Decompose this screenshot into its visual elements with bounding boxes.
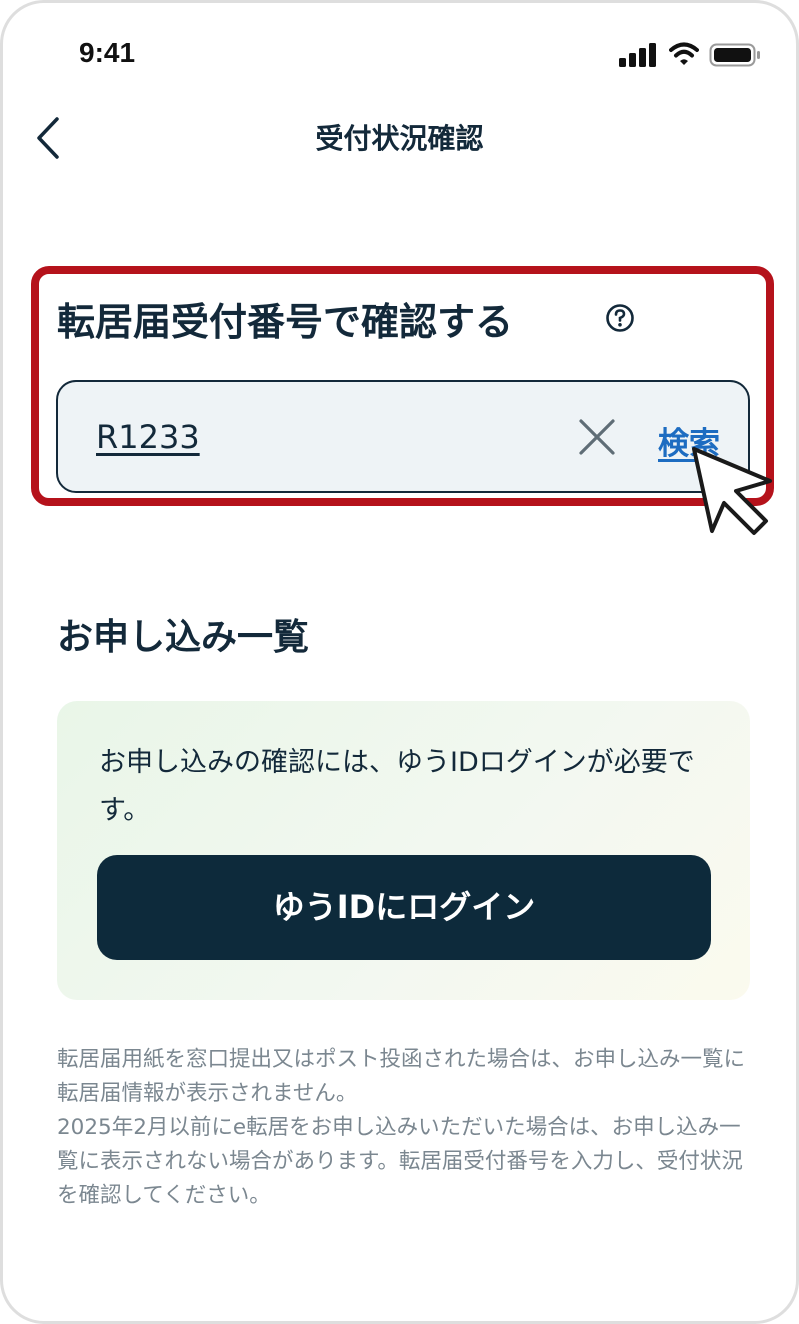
pointer-cursor-icon (692, 447, 772, 535)
wifi-icon (669, 42, 699, 65)
battery-icon (709, 43, 760, 67)
note-line-2: 2025年2月以前にe転居をお申し込みいただいた場合は、お申し込み一覧に表示され… (57, 1115, 743, 1208)
login-info-text: お申し込みの確認には、ゆうIDログインが必要です。 (99, 747, 695, 826)
page-title: 受付状況確認 (315, 122, 484, 155)
note-line-1: 転居届用紙を窓口提出又はポスト投函された場合は、お申し込み一覧に転居届情報が表示… (57, 1047, 746, 1106)
phone-frame: 9:41 受付状況確認 転居届受付番号で確認する R1233 検索 お申し込み一… (0, 0, 799, 1324)
login-button[interactable]: ゆうIDにログイン (97, 855, 711, 960)
status-bar: 9:41 (3, 3, 796, 103)
status-time: 9:41 (79, 37, 136, 68)
login-info-card: お申し込みの確認には、ゆうIDログインが必要です。 ゆうIDにログイン (57, 701, 750, 1000)
input-value: R1233 (96, 418, 200, 456)
application-list-heading: お申し込み一覧 (57, 617, 310, 658)
search-section-heading: 転居届受付番号で確認する (57, 300, 514, 344)
signal-icon (619, 43, 656, 67)
notes: 転居届用紙を窓口提出又はポスト投函された場合は、お申し込み一覧に転居届情報が表示… (57, 1043, 757, 1213)
clear-icon[interactable] (578, 418, 616, 456)
reception-number-input[interactable]: R1233 検索 (56, 380, 750, 493)
navigation-bar: 受付状況確認 (3, 103, 796, 173)
help-icon[interactable] (605, 303, 635, 333)
